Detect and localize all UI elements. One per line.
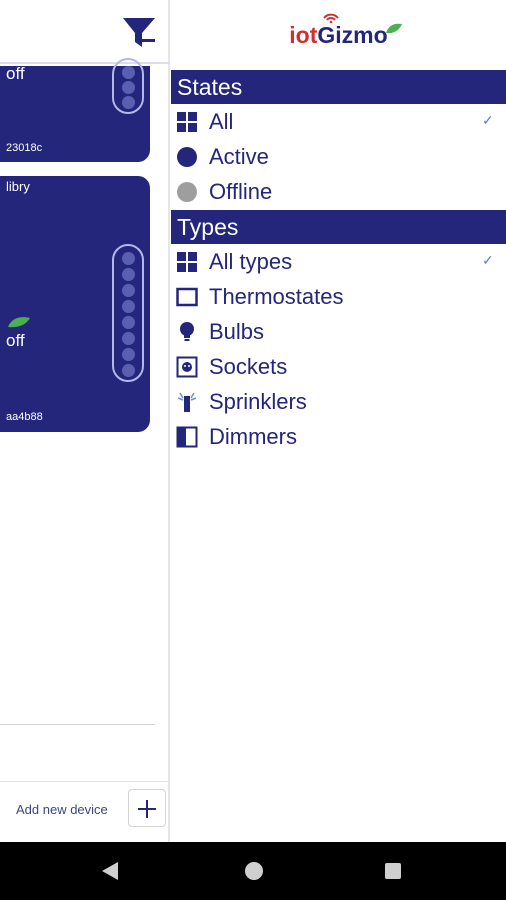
footer-divider [0,781,170,782]
filter-label: Sprinklers [209,389,307,414]
list-divider [0,724,155,725]
filter-label: Dimmers [209,424,297,449]
device-state: off [6,64,25,83]
recents-icon[interactable] [385,863,401,879]
leaf-icon [8,317,30,328]
device-name: libry [6,179,30,194]
sprinkler-icon [177,392,197,412]
filter-label: Sockets [209,354,288,379]
app-logo: iotGizmo [171,10,506,62]
device-card[interactable]: libry off aa4b88 [0,176,150,432]
device-card[interactable]: off 23018c [0,58,150,162]
filter-type-bulbs[interactable]: Bulbs [171,314,506,349]
device-list-panel: off 23018c libry off aa4b88 Add new devi… [0,0,170,842]
check-icon: ✓ [482,252,494,268]
bulb-icon [180,322,194,341]
device-id: aa4b88 [6,411,43,423]
wifi-icon [323,13,339,23]
logo-text-gizmo: Gizmo [317,22,388,48]
add-device-button[interactable] [128,789,166,827]
app-screen: off 23018c libry off aa4b88 Add new devi… [0,0,506,900]
filter-label: All [209,109,234,134]
filter-label: Thermostates [209,284,344,309]
back-icon[interactable] [102,862,118,880]
logo-text-iot: iot [289,22,318,48]
filter-state-all[interactable]: All ✓ [171,104,506,139]
filter-type-sprinklers[interactable]: Sprinklers [171,384,506,419]
home-icon[interactable] [245,862,263,880]
device-id: 23018c [6,142,43,154]
filter-label: Offline [209,179,273,204]
states-section-header: States [171,70,506,104]
filter-label: Active [209,144,269,169]
filter-label: All types [209,249,293,274]
filter-type-sockets[interactable]: Sockets [171,349,506,384]
types-section-header: Types [171,210,506,244]
filter-state-offline[interactable]: Offline [171,174,506,209]
active-dot-icon [177,147,197,167]
device-level-indicator [112,58,144,114]
check-icon: ✓ [482,112,494,128]
filter-state-active[interactable]: Active [171,139,506,174]
filter-type-all[interactable]: All types ✓ [171,244,506,279]
filter-icon[interactable] [120,14,158,52]
device-state: off [6,331,25,350]
dimmer-icon [176,426,198,448]
grid-icon [177,252,197,272]
filter-type-thermostates[interactable]: Thermostates [171,279,506,314]
filter-label: Bulbs [209,319,265,344]
filter-drawer: iotGizmo States All ✓ Active Offline Typ… [171,0,506,842]
grid-icon [177,112,197,132]
filter-type-dimmers[interactable]: Dimmers [171,419,506,454]
add-device-label[interactable]: Add new device [16,802,108,817]
leaf-icon [386,23,402,34]
socket-icon [176,356,198,378]
thermostat-icon [176,287,198,307]
device-level-indicator [112,244,144,382]
offline-dot-icon [177,182,197,202]
header-divider [0,62,170,64]
